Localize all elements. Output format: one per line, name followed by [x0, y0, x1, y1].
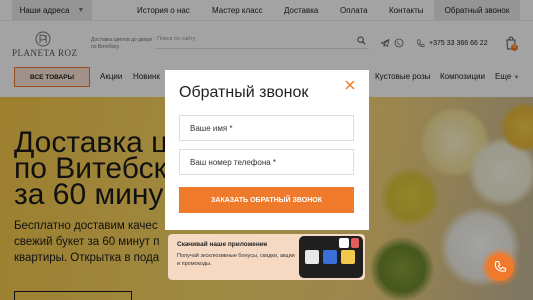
app-tile — [339, 238, 349, 248]
phone-icon — [494, 260, 507, 272]
phone-field[interactable] — [179, 149, 354, 175]
app-banner-description: Получай эксклюзивные бонусы, скидки, акц… — [177, 253, 295, 267]
app-tile — [305, 250, 319, 264]
app-tile — [323, 250, 337, 264]
app-tile — [351, 238, 359, 248]
floating-call-button[interactable] — [486, 253, 514, 281]
modal-title: Обратный звонок — [179, 84, 309, 101]
app-banner-title: Скачивай наше приложение — [177, 241, 268, 248]
order-callback-button[interactable]: ЗАКАЗАТЬ ОБРАТНЫЙ ЗВОНОК — [179, 187, 354, 213]
close-icon[interactable] — [344, 79, 356, 91]
phone-input[interactable] — [180, 150, 353, 174]
name-input[interactable] — [180, 116, 353, 140]
name-field[interactable] — [179, 115, 354, 141]
app-download-banner[interactable]: Скачивай наше приложение Получай эксклюз… — [168, 234, 365, 280]
phone-mockup-image — [299, 236, 363, 278]
callback-modal: Обратный звонок ЗАКАЗАТЬ ОБРАТНЫЙ ЗВОНОК — [165, 70, 369, 230]
app-tile — [341, 250, 355, 264]
